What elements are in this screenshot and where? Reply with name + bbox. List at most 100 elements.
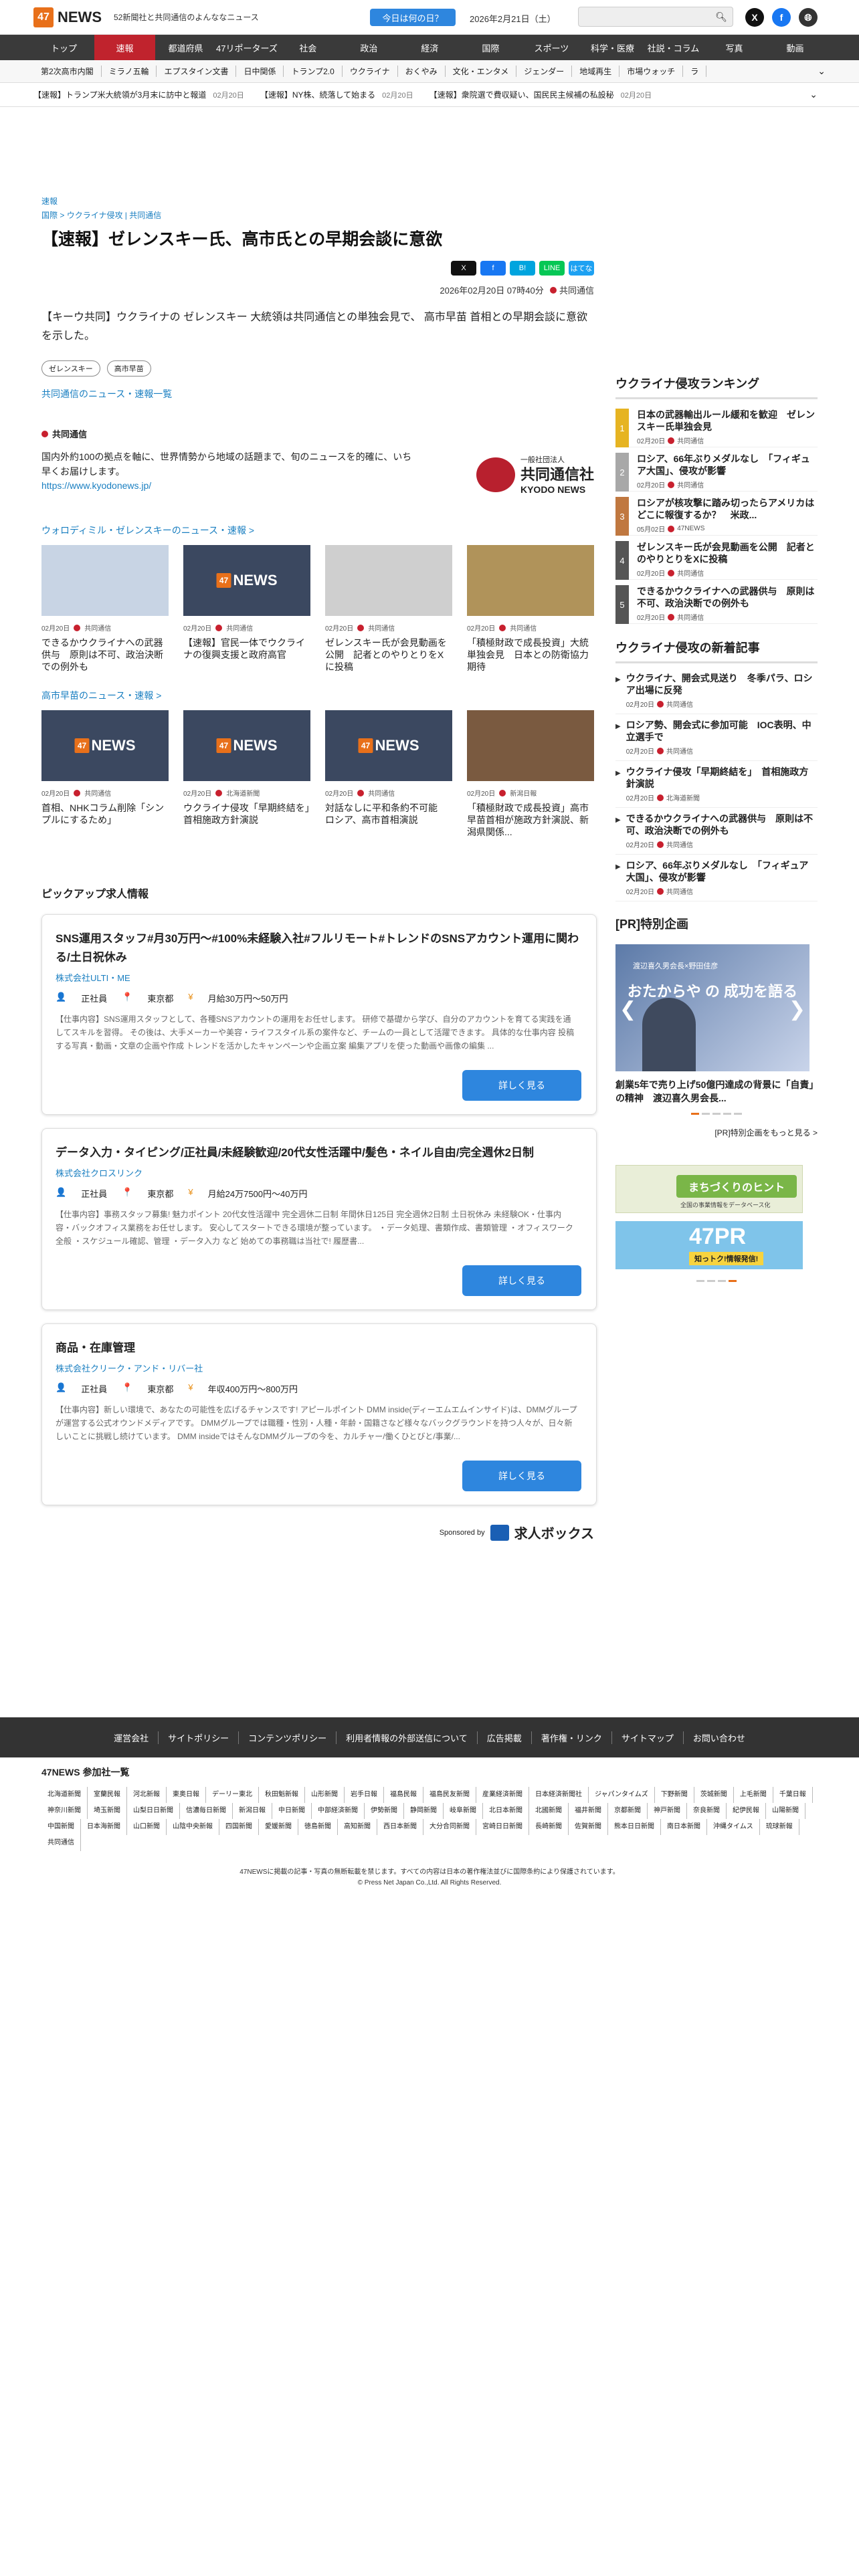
new-article-item[interactable]: ▶ ロシア勢、開会式に参加可能 IOC表明、中立選手で 02月20日 共同通信 xyxy=(615,714,818,761)
news-thumbnail[interactable]: 47 NEWS xyxy=(183,710,310,781)
member-link[interactable]: 福井新聞 xyxy=(569,1803,608,1819)
sponsor-name[interactable]: 求人ボックス xyxy=(514,1523,594,1542)
ticker-item[interactable]: 【速報】トランプ米大統領が3月末に訪中と報道 02月20日 xyxy=(33,89,244,100)
member-link[interactable]: 徳島新聞 xyxy=(298,1819,338,1835)
share-line-button[interactable]: LINE xyxy=(539,261,565,276)
card-title[interactable]: ゼレンスキー氏が会見動画を公開 記者とのやりとりをXに投稿 xyxy=(325,637,452,673)
nav-item[interactable]: 経済 xyxy=(399,35,460,60)
nav-item[interactable]: 社会 xyxy=(278,35,339,60)
member-link[interactable]: 福島民報 xyxy=(384,1787,423,1803)
subnav-item[interactable]: 日中関係 xyxy=(236,66,284,77)
subnav-item[interactable]: 文化・エンタメ xyxy=(446,66,517,77)
ranking-item[interactable]: 1 日本の武器輸出ルール緩和を歓迎 ゼレンスキー氏単独会見 02月20日 共同通信 xyxy=(615,403,818,447)
tag[interactable]: 高市早苗 xyxy=(106,360,151,377)
member-link[interactable]: 河北新報 xyxy=(127,1787,167,1803)
member-link[interactable]: 長崎新聞 xyxy=(529,1819,569,1835)
news-thumbnail[interactable]: 47 NEWS xyxy=(183,545,310,616)
share-x-button[interactable]: X xyxy=(451,261,476,276)
share-hatena-button[interactable]: B! xyxy=(510,261,535,276)
news-card[interactable]: 02月20日 共同通信 ゼレンスキー氏が会見動画を公開 記者とのやりとりをXに投稿 xyxy=(325,545,452,673)
member-link[interactable]: 中国新聞 xyxy=(41,1819,81,1835)
article-label[interactable]: 速報 xyxy=(41,195,594,207)
kyodo-logo[interactable]: 一般社団法人 共同通信社 KYODO NEWS xyxy=(476,453,594,497)
news-thumbnail[interactable] xyxy=(467,545,594,616)
member-link[interactable]: デーリー東北 xyxy=(206,1787,259,1803)
card-title[interactable]: 首相、NHKコラム削除「シンプルにするため」 xyxy=(41,802,169,826)
related-takaichi-title[interactable]: 高市早苗のニュース・速報 > xyxy=(41,689,594,702)
facebook-icon[interactable]: f xyxy=(772,8,791,27)
member-link[interactable]: 宮崎日日新聞 xyxy=(476,1819,529,1835)
member-link[interactable]: 山口新聞 xyxy=(127,1819,167,1835)
job-detail-button[interactable]: 詳しく見る xyxy=(462,1070,581,1101)
news-card[interactable]: 47 NEWS 02月20日 共同通信 【速報】官民一体でウクライナの復興支援と政府高官 xyxy=(183,545,310,673)
member-link[interactable]: 大分合同新聞 xyxy=(423,1819,476,1835)
carousel-dot[interactable] xyxy=(734,1113,742,1115)
news-thumbnail[interactable]: 47 NEWS xyxy=(41,710,169,781)
ranking-item[interactable]: 5 できるかウクライナへの武器供与 原則は不可、政治決断での例外も 02月20日 共同… xyxy=(615,580,818,624)
nav-item[interactable]: 国際 xyxy=(460,35,521,60)
nav-item[interactable]: 政治 xyxy=(339,35,399,60)
footer-link[interactable]: サイトポリシー xyxy=(159,1731,240,1744)
footer-link[interactable]: 著作権・リンク xyxy=(532,1731,612,1744)
pr-banner[interactable]: 渡辺喜久男会長×野田佳彦 おたからや の 成功を語る ❮ ❯ xyxy=(615,944,809,1071)
member-link[interactable]: 埼玉新聞 xyxy=(88,1803,127,1819)
new-article-item[interactable]: ▶ できるかウクライナへの武器供与 原則は不可、政治決断での例外も 02月20日 共同… xyxy=(615,808,818,855)
subnav-item[interactable]: 地域再生 xyxy=(572,66,620,77)
pr-more-link[interactable]: [PR]特別企画をもっと見る > xyxy=(615,1127,818,1138)
carousel-dot[interactable] xyxy=(691,1113,699,1115)
member-link[interactable]: 山陰中央新報 xyxy=(167,1819,219,1835)
footer-link[interactable]: 広告掲載 xyxy=(478,1731,532,1744)
member-link[interactable]: 上毛新聞 xyxy=(734,1787,773,1803)
member-link[interactable]: 岐阜新聞 xyxy=(444,1803,483,1819)
member-link[interactable]: 奈良新聞 xyxy=(687,1803,727,1819)
search-icon[interactable]: 🔍︎ xyxy=(715,11,727,23)
today-button[interactable]: 今日は何の日？ xyxy=(370,9,456,26)
subnav-item[interactable]: 市場ウォッチ xyxy=(619,66,684,77)
footer-link[interactable]: サイトマップ xyxy=(612,1731,684,1744)
member-link[interactable]: 日本海新聞 xyxy=(81,1819,127,1835)
share-facebook-button[interactable]: f xyxy=(480,261,506,276)
member-link[interactable]: 産業経済新聞 xyxy=(476,1787,529,1803)
carousel-dot[interactable] xyxy=(702,1113,710,1115)
search-input[interactable]: 🔍︎ xyxy=(578,7,733,27)
subnav-item[interactable]: ラ xyxy=(683,66,707,77)
member-link[interactable]: 北海道新聞 xyxy=(41,1787,88,1803)
x-icon[interactable]: X xyxy=(745,8,764,27)
ranking-item[interactable]: 2 ロシア、66年ぶりメダルなし 「フィギュア大国」、侵攻が影響 02月20日 共同通… xyxy=(615,447,818,492)
new-article-item[interactable]: ▶ ロシア、66年ぶりメダルなし 「フィギュア大国」、侵攻が影響 02月20日 共同通… xyxy=(615,855,818,901)
news-thumbnail[interactable] xyxy=(325,545,452,616)
subnav-item[interactable]: おくやみ xyxy=(398,66,446,77)
member-link[interactable]: 山梨日日新聞 xyxy=(127,1803,180,1819)
member-link[interactable]: 千葉日報 xyxy=(773,1787,813,1803)
footer-link[interactable]: 利用者情報の外部送信について xyxy=(337,1731,478,1744)
carousel-prev-icon[interactable]: ❮ xyxy=(619,998,636,1021)
member-link[interactable]: 紀伊民報 xyxy=(727,1803,766,1819)
news-thumbnail[interactable] xyxy=(41,545,169,616)
breadcrumb-item[interactable]: ウクライナ侵攻 xyxy=(67,211,123,220)
news-thumbnail[interactable] xyxy=(467,710,594,781)
subnav-item[interactable]: トランプ2.0 xyxy=(284,66,343,77)
card-title[interactable]: 「積極財政で成長投資」高市早苗首相が施政方針演説、新潟県関係... xyxy=(467,802,594,838)
member-link[interactable]: 琉球新報 xyxy=(760,1819,799,1835)
member-link[interactable]: 中日新聞 xyxy=(272,1803,312,1819)
member-link[interactable]: 北日本新聞 xyxy=(483,1803,529,1819)
member-link[interactable]: 福島民友新聞 xyxy=(423,1787,476,1803)
tag[interactable]: ゼレンスキー xyxy=(41,360,100,377)
news-card[interactable]: 02月20日 新潟日報 「積極財政で成長投資」高市早苗首相が施政方針演説、新潟県関係… xyxy=(467,710,594,838)
member-link[interactable]: 沖縄タイムス xyxy=(707,1819,760,1835)
chevron-down-icon[interactable]: ⌄ xyxy=(809,89,818,100)
ad-dot[interactable] xyxy=(718,1280,726,1282)
related-zelensky-title[interactable]: ウォロディミル・ゼレンスキーのニュース・速報 > xyxy=(41,524,594,537)
card-title[interactable]: 【速報】官民一体でウクライナの復興支援と政府高官 xyxy=(183,637,310,661)
news-card[interactable]: 47 NEWS 02月20日 共同通信 首相、NHKコラム削除「シンプルにするため」 xyxy=(41,710,169,838)
member-link[interactable]: 東奥日報 xyxy=(167,1787,206,1803)
new-article-item[interactable]: ▶ ウクライナ侵攻「早期終結を」 首相施政方針演説 02月20日 北海道新聞 xyxy=(615,761,818,808)
job-title[interactable]: SNS運用スタッフ#月30万円〜#100%未経験入社#フルリモート#トレンドのS… xyxy=(56,930,583,967)
card-title[interactable]: できるかウクライナへの武器供与 原則は不可、政治決断での例外も xyxy=(41,637,169,673)
member-link[interactable]: 中部経済新聞 xyxy=(312,1803,365,1819)
nav-item[interactable]: 動画 xyxy=(765,35,826,60)
nav-item[interactable]: スポーツ xyxy=(521,35,582,60)
news-card[interactable]: 02月20日 共同通信 「積極財政で成長投資」大統 単独会見 日本との防衛協力期待 xyxy=(467,545,594,673)
subnav-item[interactable]: 第2次高市内閣 xyxy=(33,66,102,77)
member-link[interactable]: 南日本新聞 xyxy=(661,1819,707,1835)
